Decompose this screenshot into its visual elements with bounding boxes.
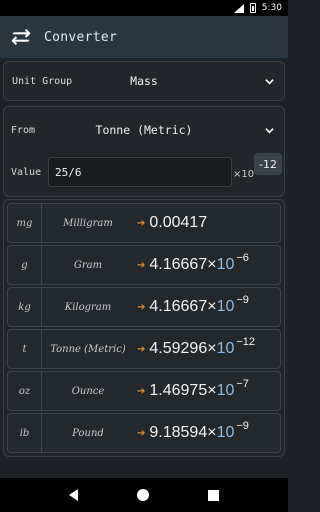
app-title: Converter — [44, 29, 118, 45]
unit-symbol: oz — [8, 372, 42, 410]
result-mantissa: 1.46975× — [149, 382, 217, 399]
unit-group-label: Unit Group — [12, 75, 73, 87]
arrow-right-icon: ➔ — [137, 427, 146, 439]
result-row-milligram[interactable]: mg Milligram ➔ 0.00417 — [7, 203, 281, 243]
arrow-right-icon: ➔ — [137, 301, 146, 313]
unit-name: Pound — [72, 427, 104, 439]
result-base: 10 — [216, 340, 235, 357]
chevron-down-icon[interactable] — [265, 77, 274, 86]
value-input[interactable]: 25/6 — [48, 157, 232, 187]
arrow-right-icon: ➔ — [137, 217, 146, 229]
unit-name: Milligram — [63, 217, 113, 229]
chevron-down-icon[interactable] — [265, 126, 274, 135]
arrow-right-icon: ➔ — [137, 259, 146, 271]
result-row-pound[interactable]: ib Pound ➔ 9.18594×10 −9 — [7, 413, 281, 453]
result-value: 9.18594×10 −9 — [149, 420, 249, 442]
from-panel: From Tonne (Metric) Value 25/6 ×10 -12 — [3, 106, 285, 197]
recent-apps-icon[interactable] — [207, 489, 219, 501]
result-base: 10 — [216, 298, 235, 315]
result-exponent: −6 — [236, 252, 249, 264]
result-mantissa: 4.59296× — [149, 340, 217, 357]
status-time: 5:30 — [261, 3, 282, 13]
result-row-ounce[interactable]: oz Ounce ➔ 1.46975×10 −7 — [7, 371, 281, 411]
from-label: From — [11, 124, 36, 136]
unit-name: Tonne (Metric) — [50, 343, 126, 355]
result-value: 4.16667×10 −9 — [149, 294, 249, 316]
result-exponent: −9 — [236, 294, 249, 306]
swap-arrows-icon[interactable] — [10, 26, 32, 48]
unit-name: Gram — [73, 259, 103, 271]
unit-symbol: g — [8, 246, 42, 284]
exponent-input[interactable]: -12 — [254, 153, 282, 175]
from-unit-value: Tonne (Metric) — [95, 123, 193, 137]
result-value: 0.00417 — [149, 214, 209, 232]
from-unit-selector[interactable]: From Tonne (Metric) — [4, 107, 284, 153]
unit-symbol: ib — [8, 414, 42, 452]
unit-symbol: kg — [8, 288, 42, 326]
app-bar: Converter — [0, 16, 288, 58]
signal-icon — [233, 3, 244, 13]
result-row-gram[interactable]: g Gram ➔ 4.16667×10 −6 — [7, 245, 281, 285]
unit-symbol: t — [8, 330, 42, 368]
result-mantissa: 4.16667× — [149, 298, 217, 315]
value-row: Value 25/6 ×10 -12 — [4, 153, 284, 191]
result-exponent: −12 — [236, 336, 256, 348]
result-row-tonne-metric[interactable]: t Tonne (Metric) ➔ 4.59296×10 −12 — [7, 329, 281, 369]
result-value: 4.59296×10 −12 — [149, 336, 255, 358]
result-value: 1.46975×10 −7 — [149, 378, 249, 400]
value-label: Value — [11, 167, 42, 178]
times-ten-label: ×10 — [233, 169, 255, 180]
home-icon[interactable] — [136, 489, 149, 501]
unit-group-selector[interactable]: Unit Group Mass — [3, 61, 285, 101]
result-base: 10 — [216, 424, 235, 441]
back-icon[interactable] — [69, 489, 79, 501]
arrow-right-icon: ➔ — [137, 385, 146, 397]
navigation-bar — [0, 478, 288, 512]
status-bar: 5:30 — [0, 0, 288, 16]
result-exponent: −7 — [236, 378, 249, 390]
unit-name: Ounce — [71, 385, 105, 397]
unit-symbol: mg — [8, 204, 42, 242]
result-base: 10 — [216, 256, 235, 273]
result-value: 4.16667×10 −6 — [149, 252, 249, 274]
result-base: 10 — [216, 382, 235, 399]
results-list: mg Milligram ➔ 0.00417 g Gram ➔ 4.16667×… — [3, 199, 285, 457]
battery-icon — [249, 3, 256, 13]
result-mantissa: 9.18594× — [149, 424, 217, 441]
unit-name: Kilogram — [64, 301, 112, 313]
result-mantissa: 4.16667× — [149, 256, 217, 273]
result-row-kilogram[interactable]: kg Kilogram ➔ 4.16667×10 −9 — [7, 287, 281, 327]
result-mantissa: 0.00417 — [149, 214, 208, 231]
arrow-right-icon: ➔ — [137, 343, 146, 355]
result-exponent: −9 — [236, 420, 249, 432]
